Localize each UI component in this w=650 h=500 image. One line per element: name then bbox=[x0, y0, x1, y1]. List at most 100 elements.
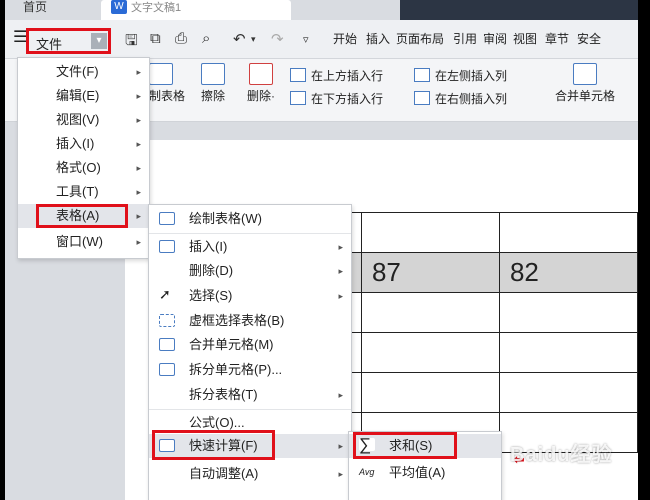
erase-label: 擦除 bbox=[200, 89, 225, 103]
menu-item-label: 插入(I) bbox=[56, 136, 95, 151]
menu-tab-references[interactable]: 引用 bbox=[453, 30, 477, 48]
menu-tab-review[interactable]: 审阅 bbox=[483, 30, 507, 48]
menu-item-split-cells[interactable]: 拆分单元格(P)... bbox=[149, 358, 351, 382]
table-cell[interactable]: 87 bbox=[360, 252, 500, 293]
title-bar-dark-area-right bbox=[450, 0, 638, 20]
menu-separator bbox=[149, 409, 351, 410]
menu-item-label: 绘制表格(W) bbox=[189, 211, 262, 226]
menu-tab-page-layout[interactable]: 页面布局 bbox=[396, 30, 444, 48]
menu-item-format[interactable]: 格式(O) ▸ bbox=[18, 156, 149, 180]
menu-separator bbox=[149, 233, 351, 234]
menu-item-label: 公式(O)... bbox=[189, 415, 245, 430]
menu-item-label: 视图(V) bbox=[56, 112, 100, 127]
tab-home[interactable]: 首页 bbox=[5, 0, 97, 20]
chevron-down-icon[interactable]: ▾ bbox=[91, 33, 107, 49]
table-cell[interactable] bbox=[498, 332, 638, 373]
delete-button[interactable]: 删除· bbox=[239, 63, 283, 104]
table-cell[interactable] bbox=[360, 332, 500, 373]
watermark: Baidu经验 bbox=[510, 444, 613, 466]
insert-col-left-button[interactable]: 在左侧插入列 bbox=[414, 67, 507, 85]
menu-item-label: 窗口(W) bbox=[56, 234, 103, 249]
redo-icon[interactable]: ↷ bbox=[271, 30, 284, 48]
table-cell[interactable] bbox=[498, 372, 638, 413]
print-icon[interactable]: ⎙ bbox=[175, 30, 187, 47]
split-cells-icon bbox=[159, 363, 175, 376]
document-tab-label: 文字文稿1 bbox=[131, 2, 182, 14]
table-cell[interactable]: 82 bbox=[498, 252, 638, 293]
title-bar: 首页 W 文字文稿1 bbox=[5, 0, 638, 20]
insert-col-left-icon bbox=[414, 68, 430, 82]
menu-item-window[interactable]: 窗口(W) ▸ bbox=[18, 230, 149, 254]
chevron-right-icon: ▸ bbox=[338, 291, 343, 301]
table-cell[interactable] bbox=[498, 292, 638, 333]
chevron-right-icon: ▸ bbox=[136, 211, 141, 221]
erase-button[interactable]: 擦除 bbox=[193, 63, 233, 104]
highlight-box-sum bbox=[353, 432, 457, 459]
menu-item-select[interactable]: ➚ 选择(S) ▸ bbox=[149, 284, 351, 308]
format-painter-icon[interactable]: ⧉ bbox=[150, 30, 161, 47]
table-submenu: 绘制表格(W) 插入(I) ▸ 删除(D) ▸ ➚ 选择(S) ▸ 虚框选择表格(B) … bbox=[148, 204, 352, 500]
draw-table-icon bbox=[149, 63, 173, 85]
print-preview-icon[interactable]: ⌕ bbox=[202, 30, 210, 47]
menu-item-draw-table[interactable]: 绘制表格(W) bbox=[149, 207, 351, 231]
menu-tab-start[interactable]: 开始 bbox=[333, 30, 357, 48]
menu-item-delete[interactable]: 删除(D) ▸ bbox=[149, 259, 351, 283]
menu-item-average[interactable]: Avg 平均值(A) bbox=[349, 461, 501, 485]
menu-bar: ☰ 文件 ▾ 🖫 ⧉ ⎙ ⌕ ↶ ▾ ↷ ▿ 开始 插入 页面布局 引用 审阅 … bbox=[5, 20, 638, 59]
insert-row-below-label: 在下方插入行 bbox=[311, 92, 384, 106]
insert-row-above-button[interactable]: 在上方插入行 bbox=[290, 67, 383, 85]
menu-item-view[interactable]: 视图(V) ▸ bbox=[18, 108, 149, 132]
undo-icon[interactable]: ↶ bbox=[233, 30, 246, 48]
chevron-right-icon: ▸ bbox=[338, 441, 343, 451]
menu-item-label: 拆分单元格(P)... bbox=[189, 362, 283, 377]
chevron-right-icon: ▸ bbox=[136, 163, 141, 173]
menu-item-merge-cells[interactable]: 合并单元格(M) bbox=[149, 333, 351, 357]
tab-document[interactable]: W 文字文稿1 bbox=[101, 0, 291, 20]
table-cell[interactable] bbox=[498, 212, 638, 253]
menu-item-label: 合并单元格(M) bbox=[189, 337, 274, 352]
title-bar-dark-area bbox=[400, 0, 450, 20]
draw-table-icon bbox=[159, 212, 175, 225]
average-icon: Avg bbox=[359, 466, 375, 479]
insert-col-right-icon bbox=[414, 91, 430, 105]
menu-item-label: 格式(O) bbox=[56, 160, 101, 175]
quick-calc-submenu: ∑ 求和(S) Avg 平均值(A) bbox=[348, 431, 502, 500]
merge-cells-button[interactable]: 合并单元格 bbox=[545, 63, 625, 104]
menu-item-edit[interactable]: 编辑(E) ▸ bbox=[18, 84, 149, 108]
menu-tab-chapter[interactable]: 章节 bbox=[545, 30, 569, 48]
table-cell[interactable] bbox=[360, 212, 500, 253]
writer-doc-icon: W bbox=[111, 0, 127, 14]
menu-item-split-table[interactable]: 拆分表格(T) ▸ bbox=[149, 383, 351, 407]
menu-item-label: 拆分表格(T) bbox=[189, 387, 258, 402]
table-cell[interactable] bbox=[360, 372, 500, 413]
chevron-right-icon: ▸ bbox=[136, 139, 141, 149]
menu-item-tools[interactable]: 工具(T) ▸ bbox=[18, 180, 149, 204]
table-cell[interactable] bbox=[360, 292, 500, 333]
menu-item-dashed-select[interactable]: 虚框选择表格(B) bbox=[149, 309, 351, 333]
insert-col-right-label: 在右侧插入列 bbox=[435, 92, 508, 106]
file-menu-button[interactable]: 文件 ▾ bbox=[26, 28, 111, 54]
delete-label: 删除· bbox=[247, 89, 275, 103]
menu-item-file[interactable]: 文件(F) ▸ bbox=[18, 60, 149, 84]
chevron-right-icon: ▸ bbox=[338, 390, 343, 400]
chevron-right-icon: ▸ bbox=[136, 187, 141, 197]
menu-item-label: 自动调整(A) bbox=[189, 466, 259, 481]
menu-tab-security[interactable]: 安全 bbox=[577, 30, 601, 48]
insert-col-right-button[interactable]: 在右侧插入列 bbox=[414, 90, 507, 108]
menu-item-insert[interactable]: 插入(I) ▸ bbox=[18, 132, 149, 156]
chevron-right-icon: ▸ bbox=[338, 266, 343, 276]
highlight-box-quick-calc bbox=[152, 430, 275, 460]
save-icon[interactable]: 🖫 bbox=[125, 30, 138, 55]
menu-item-auto-fit[interactable]: 自动调整(A) ▸ bbox=[149, 462, 351, 486]
app-window: 首页 W 文字文稿1 ☰ 文件 ▾ 🖫 ⧉ ⎙ ⌕ ↶ ▾ ↷ ▿ 开始 插入 … bbox=[5, 0, 638, 500]
chevron-right-icon: ▸ bbox=[338, 242, 343, 252]
menu-tab-insert[interactable]: 插入 bbox=[366, 30, 390, 48]
undo-dropdown-icon[interactable]: ▾ bbox=[251, 34, 256, 45]
customize-toolbar-icon[interactable]: ▿ bbox=[303, 33, 309, 46]
file-dropdown-menu: 文件(F) ▸ 编辑(E) ▸ 视图(V) ▸ 插入(I) ▸ 格式(O) ▸ 工具(T)… bbox=[17, 57, 150, 259]
menu-tab-view[interactable]: 视图 bbox=[513, 30, 537, 48]
chevron-right-icon: ▸ bbox=[136, 67, 141, 77]
menu-item-insert[interactable]: 插入(I) ▸ bbox=[149, 235, 351, 259]
insert-row-below-button[interactable]: 在下方插入行 bbox=[290, 90, 383, 108]
chevron-right-icon: ▸ bbox=[136, 91, 141, 101]
